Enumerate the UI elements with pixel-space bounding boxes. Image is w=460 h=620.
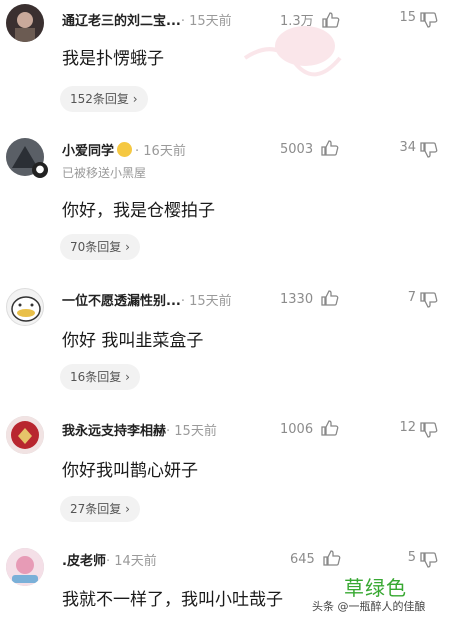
comment-username[interactable]: .皮老师· 14天前 [62,550,157,569]
dislike-count: 5 [407,550,416,565]
like-count: 645 [290,552,315,567]
thumbs-up-icon [323,550,341,566]
dislike-button[interactable]: 5 [408,550,416,565]
thumbs-down-icon[interactable] [420,552,438,568]
like-button[interactable]: 645 [290,550,341,567]
comment-item: .皮老师· 14天前 645 5 我就不一样了，我叫小吐哉子 [0,0,460,620]
avatar[interactable] [6,548,44,586]
comment-text: 我就不一样了，我叫小吐哉子 [62,590,283,610]
source-watermark: 头条 @一瓶醉人的佳酿 [312,600,426,613]
comment-time: · 14天前 [105,554,157,569]
caption-overlay: 草绿色 [344,576,407,600]
